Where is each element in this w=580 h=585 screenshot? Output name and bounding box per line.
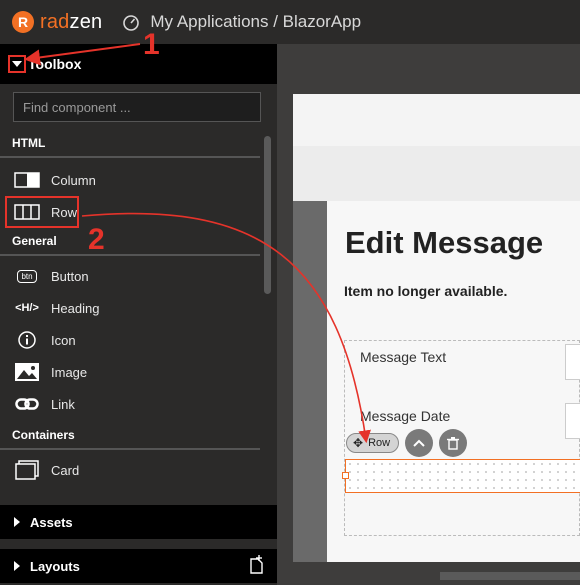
toolbox-item-label: Row [51, 204, 78, 220]
info-icon [14, 331, 40, 349]
toolbox-item-button[interactable]: btn Button [0, 260, 277, 292]
toolbox-item-label: Card [51, 462, 80, 478]
toolbox-title: Toolbox [28, 56, 82, 72]
dashboard-icon[interactable] [122, 13, 140, 31]
assets-label: Assets [30, 514, 73, 530]
logo-text: radzen [40, 11, 102, 34]
toolbox-item-label: Button [51, 268, 89, 284]
layouts-panel-toggle[interactable]: Layouts [0, 549, 277, 583]
label-message-date[interactable]: Message Date [360, 408, 450, 424]
toolbox-item-column[interactable]: Column [0, 164, 277, 196]
annotation-step-1: 1 [143, 28, 160, 61]
message-date-input[interactable] [565, 403, 580, 439]
toolbox-item-label: Icon [51, 332, 76, 348]
row-icon [14, 203, 40, 221]
page-header-area [293, 94, 580, 146]
section-containers: Containers [0, 422, 260, 450]
page-sidebar [293, 201, 327, 562]
chevron-up-icon [413, 439, 425, 447]
toolbox-item-row[interactable]: Row [5, 196, 79, 228]
logo-text-b: zen [69, 10, 103, 33]
toolbox-header[interactable]: Toolbox [0, 44, 277, 84]
row-chip-label: Row [368, 437, 391, 449]
new-page-icon[interactable] [248, 555, 264, 575]
toolbox-item-label: Column [51, 172, 96, 188]
message-text-input[interactable] [565, 344, 580, 380]
canvas-horizontal-scrollbar[interactable] [440, 572, 580, 580]
search-wrap [0, 84, 277, 130]
row-selection-chip[interactable]: ✥ Row [346, 433, 400, 453]
notice-text[interactable]: Item no longer available. [344, 283, 507, 299]
layouts-label: Layouts [30, 558, 80, 574]
link-icon [14, 395, 40, 413]
toolbox-item-card[interactable]: Card [0, 454, 277, 486]
sidebar-scrollbar[interactable] [264, 136, 271, 294]
toolbox-item-heading[interactable]: <H/> Heading [0, 292, 277, 324]
section-html: HTML [0, 130, 260, 158]
move-icon: ✥ [353, 436, 364, 450]
annotation-step-2: 2 [88, 223, 105, 256]
row-toolbar: ✥ Row [346, 429, 468, 457]
template-form[interactable]: Message Text Message Date ✥ Row [342, 340, 580, 536]
image-icon [14, 363, 40, 381]
page-content: Edit Message Item no longer available. M… [327, 201, 580, 562]
toolbox-item-link[interactable]: Link [0, 388, 277, 420]
breadcrumb[interactable]: My Applications / BlazorApp [150, 12, 361, 32]
move-up-button[interactable] [405, 429, 434, 457]
toolbox-sidebar: Toolbox HTML Column Row General btn Butt… [0, 44, 277, 585]
caret-right-icon [14, 517, 20, 527]
button-icon-text: btn [17, 269, 37, 283]
row-dropzone[interactable] [342, 459, 580, 493]
toolbox-item-label: Heading [51, 300, 100, 316]
toolbox-item-image[interactable]: Image [0, 356, 277, 388]
radzen-logo[interactable]: R radzen [12, 11, 102, 34]
caret-right-icon [14, 561, 20, 571]
find-component-input[interactable] [13, 92, 261, 122]
app-window: R radzen My Applications / BlazorApp Too… [0, 0, 580, 585]
section-general: General [0, 228, 260, 256]
page-title[interactable]: Edit Message [345, 225, 543, 261]
toolbox-item-icon[interactable]: Icon [0, 324, 277, 356]
caret-down-icon [12, 61, 22, 67]
page-preview: Edit Message Item no longer available. M… [293, 94, 580, 562]
heading-icon-text: <H/> [15, 302, 39, 314]
button-icon: btn [14, 267, 40, 285]
card-icon [14, 460, 40, 480]
column-icon [14, 171, 40, 189]
toolbox-collapse-toggle[interactable] [8, 55, 26, 73]
heading-icon: <H/> [14, 299, 40, 317]
label-message-text[interactable]: Message Text [360, 349, 446, 365]
toolbox-item-label: Image [51, 364, 88, 380]
page-band [293, 146, 580, 201]
delete-button[interactable] [439, 429, 468, 457]
logo-text-a: rad [40, 10, 70, 33]
resize-handle[interactable] [342, 472, 349, 479]
toolbox-item-label: Link [51, 396, 75, 412]
trash-icon [447, 436, 460, 450]
top-bar: R radzen My Applications / BlazorApp [0, 0, 580, 44]
radzen-logo-icon: R [12, 11, 34, 33]
assets-panel-toggle[interactable]: Assets [0, 505, 277, 539]
